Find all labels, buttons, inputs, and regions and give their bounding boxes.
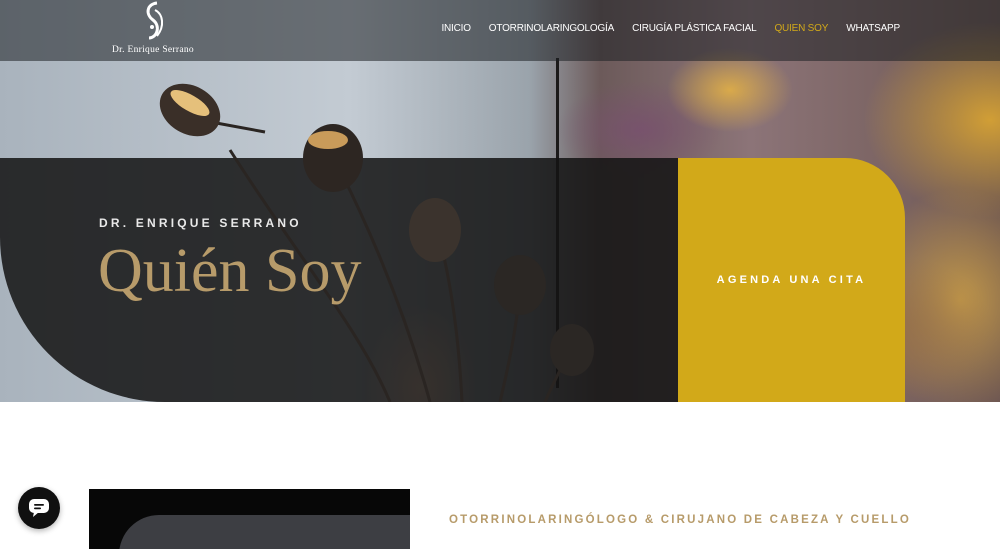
nav-item-whatsapp[interactable]: WHATSAPP bbox=[846, 23, 900, 34]
nav-item-inicio[interactable]: INICIO bbox=[441, 23, 471, 34]
main-navigation: INICIO OTORRINOLARINGOLOGÍA CIRUGÍA PLÁS… bbox=[423, 23, 900, 34]
profile-logo-icon bbox=[146, 1, 163, 40]
site-logo[interactable]: Dr. Enrique Serrano bbox=[98, 0, 208, 60]
page-title: Quién Soy bbox=[98, 237, 362, 305]
nav-item-cirugia-plastica-facial[interactable]: CIRUGÍA PLÁSTICA FACIAL bbox=[632, 23, 757, 34]
specialty-heading: OTORRINOLARINGÓLOGO & CIRUJANO DE CABEZA… bbox=[449, 514, 911, 526]
site-header: Dr. Enrique Serrano INICIO OTORRINOLARIN… bbox=[0, 0, 1000, 61]
nav-item-quien-soy[interactable]: QUIEN SOY bbox=[774, 23, 828, 34]
hero-kicker: DR. ENRIQUE SERRANO bbox=[99, 216, 302, 230]
nav-item-otorrinolaringologia[interactable]: OTORRINOLARINGOLOGÍA bbox=[489, 23, 614, 34]
doctor-photo bbox=[89, 489, 410, 549]
chat-button[interactable] bbox=[18, 487, 60, 529]
chat-bubble-icon bbox=[29, 499, 49, 517]
book-appointment-button[interactable]: AGENDA UNA CITA bbox=[678, 158, 905, 402]
logo-text: Dr. Enrique Serrano bbox=[112, 45, 194, 55]
